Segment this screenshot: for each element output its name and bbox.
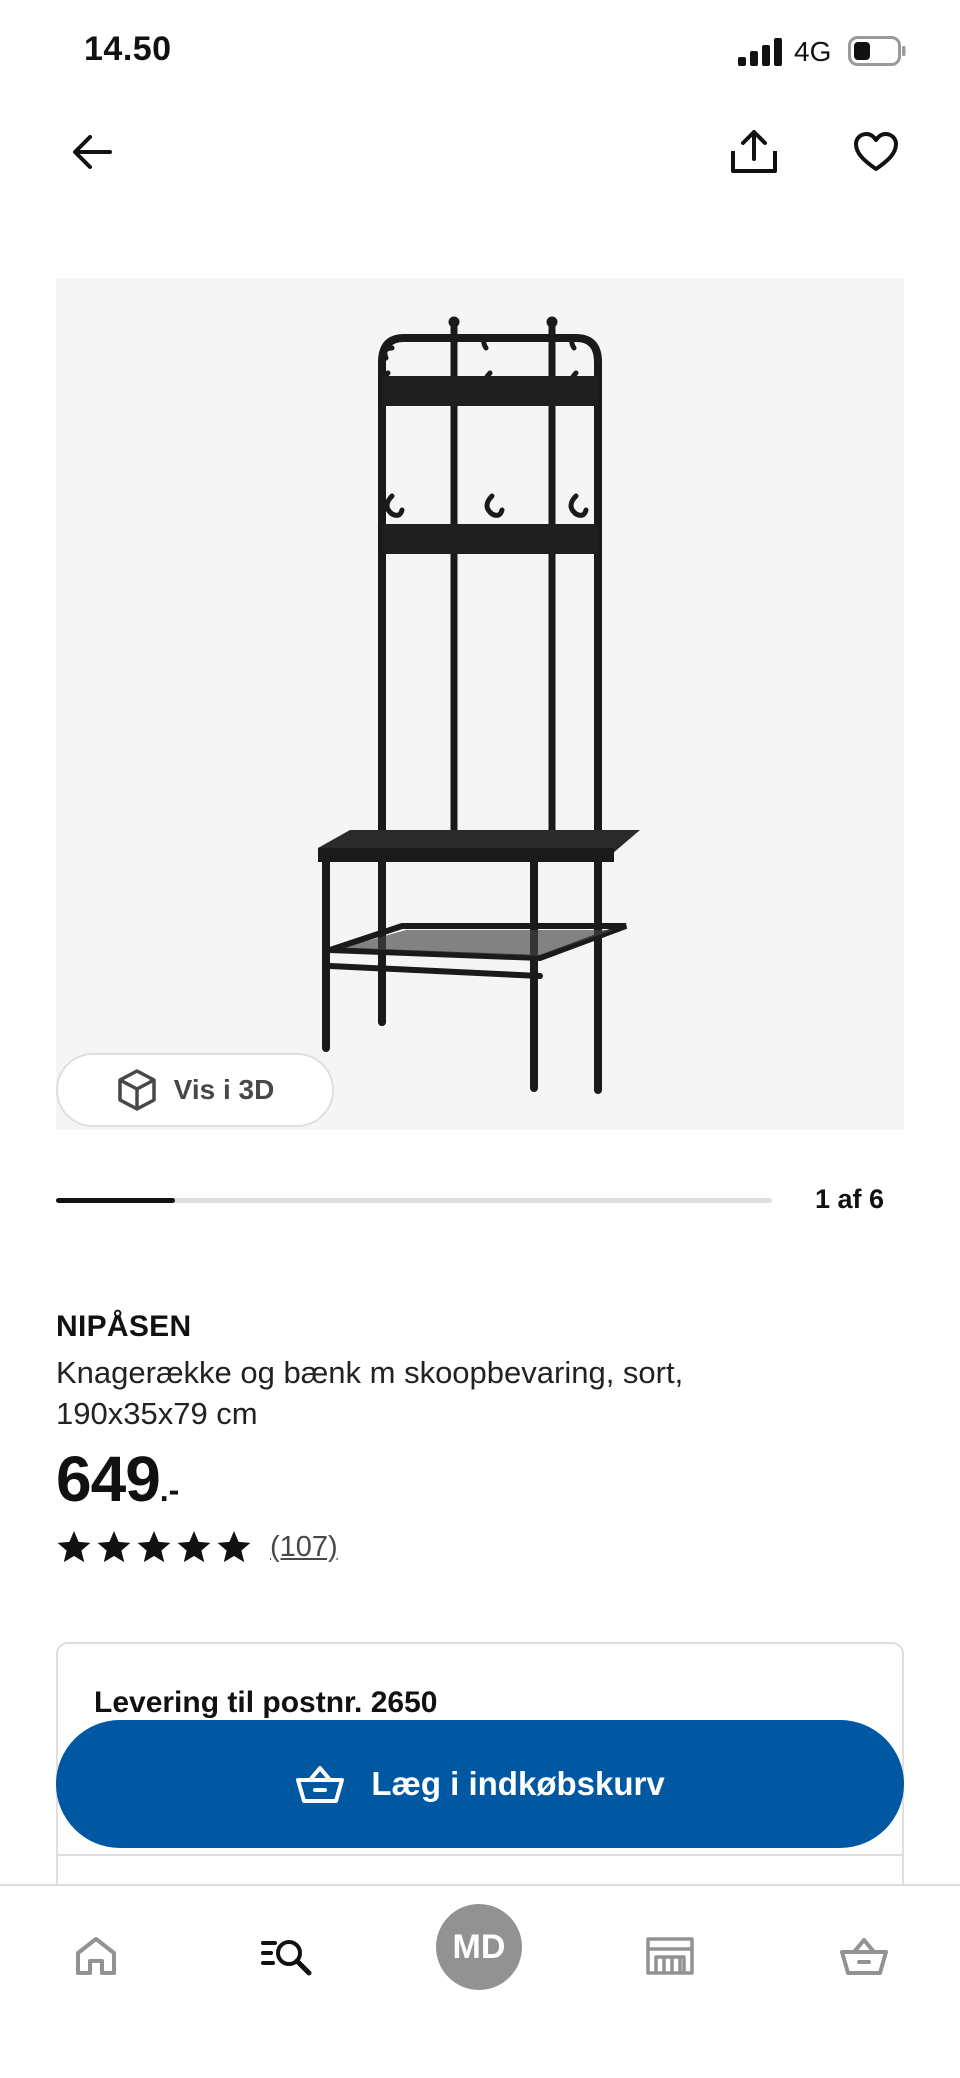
share-button[interactable] [718,116,790,188]
gallery-progress-fill [56,1198,176,1203]
status-bar: 14.50 4G [0,0,960,100]
product-price: 649 .- [56,1442,179,1516]
view-in-3d-button[interactable]: Vis i 3D [56,1053,334,1127]
nav-basket[interactable] [824,1916,904,1996]
add-to-cart-label: Læg i indkøbskurv [371,1765,665,1802]
status-time: 14.50 [84,30,172,68]
nav-search[interactable] [248,1916,328,1996]
shopping-basket-icon [840,1938,888,1975]
favorite-button[interactable] [840,116,912,188]
coat-rack-bench-illustration [318,316,640,1094]
cube-icon [117,1069,156,1111]
home-icon [76,1937,116,1975]
nav-home[interactable] [56,1916,136,1996]
store-icon [646,1937,694,1975]
star-icon [177,1531,211,1563]
nav-stores[interactable] [630,1916,710,1996]
product-description: Knagerække og bænk m skoopbevaring, sort… [56,1355,684,1431]
back-button[interactable] [56,116,128,188]
shopping-basket-icon [296,1766,345,1803]
rating[interactable]: (107) [56,1530,338,1564]
star-icon [137,1531,171,1563]
star-icon [217,1531,251,1563]
product-image[interactable] [56,278,904,1130]
bottom-navigation: MD [0,1884,960,2078]
review-count-link[interactable]: (107) [270,1531,338,1564]
product-name: NIPÅSEN [56,1310,192,1343]
heart-icon [854,132,898,171]
price-suffix: .- [159,1472,180,1508]
gallery-counter: 1 af 6 [814,1184,884,1214]
nav-profile-avatar[interactable]: MD [436,1904,522,1990]
battery-low-icon [848,36,906,66]
price-integer: 649 [56,1443,161,1515]
star-icon [97,1531,131,1563]
search-list-icon [261,1940,312,1976]
add-to-cart-button[interactable]: Læg i indkøbskurv [56,1720,904,1848]
arrow-left-icon [73,135,112,169]
signal-bars-icon [738,38,782,66]
star-icon [57,1531,91,1563]
divider [58,1854,902,1856]
gallery-progress [56,1198,772,1203]
delivery-title: Levering til postnr. 2650 [94,1686,438,1719]
network-type: 4G [794,36,832,67]
view-in-3d-label: Vis i 3D [173,1074,275,1105]
share-icon [731,130,777,173]
